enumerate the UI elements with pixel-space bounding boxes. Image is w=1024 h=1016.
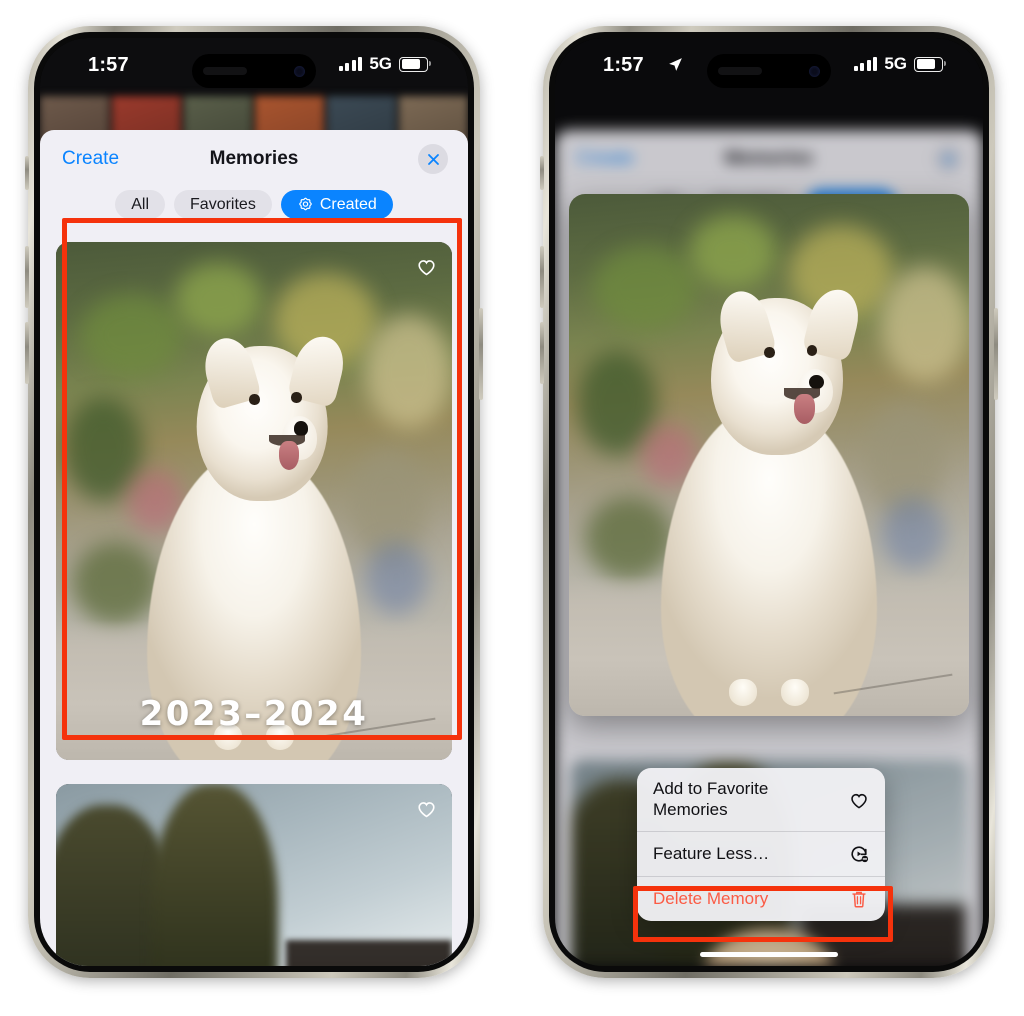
tree-center bbox=[151, 784, 278, 966]
screen-right: Create Memories All Favori bbox=[555, 38, 983, 966]
segment-all-label: All bbox=[131, 195, 150, 213]
close-button[interactable] bbox=[418, 144, 448, 174]
context-menu-item-feature-less[interactable]: Feature Less… bbox=[637, 832, 885, 878]
volume-down-button[interactable] bbox=[25, 322, 29, 384]
sparkle-icon bbox=[298, 197, 312, 211]
close-icon bbox=[427, 153, 439, 165]
front-camera-icon bbox=[809, 65, 820, 77]
phone-left: 1:57 5G Create Memories All Favorites Cr… bbox=[25, 26, 483, 978]
segment-created[interactable]: Created bbox=[280, 190, 393, 219]
volume-up-button[interactable] bbox=[25, 246, 29, 308]
dynamic-island-right bbox=[707, 54, 831, 88]
memory-card-retriever[interactable] bbox=[56, 784, 452, 966]
power-button[interactable] bbox=[994, 308, 998, 400]
volume-down-button[interactable] bbox=[540, 322, 544, 384]
volume-up-button[interactable] bbox=[540, 246, 544, 308]
screenshot-stage: 1:57 5G Create Memories All Favorites Cr… bbox=[0, 0, 1024, 1016]
heart-outline-icon[interactable] bbox=[415, 797, 438, 820]
context-menu-item-label: Add to Favorite Memories bbox=[653, 779, 769, 819]
context-menu-item-label: Feature Less… bbox=[653, 844, 770, 864]
context-menu-item-add-favorite[interactable]: Add to Favorite Memories bbox=[637, 768, 885, 833]
sheet-title: Memories bbox=[209, 148, 299, 169]
memory-photo-retriever bbox=[56, 784, 452, 966]
action-button[interactable] bbox=[540, 156, 544, 190]
dog-paw-left bbox=[729, 679, 757, 706]
annotation-box-delete-memory bbox=[633, 886, 893, 942]
annotation-box-memory-card bbox=[62, 218, 462, 740]
action-button[interactable] bbox=[25, 156, 29, 190]
segment-all[interactable]: All bbox=[115, 190, 166, 219]
dog-paw-right bbox=[781, 679, 809, 706]
sheet-header: Create Memories bbox=[40, 130, 468, 188]
dynamic-island-left bbox=[192, 54, 316, 88]
memories-filter-segments: All Favorites Created bbox=[40, 190, 468, 219]
segment-created-label: Created bbox=[319, 195, 377, 213]
front-camera-icon bbox=[294, 65, 305, 77]
feature-less-icon bbox=[851, 846, 869, 863]
focused-memory-card[interactable]: 2023–2024 bbox=[569, 194, 969, 716]
memory-photo-samoyed bbox=[569, 194, 969, 716]
phone-right: Create Memories All Favori bbox=[540, 26, 998, 978]
earpiece-speaker bbox=[203, 67, 247, 75]
heart-outline-icon bbox=[851, 793, 867, 809]
power-button[interactable] bbox=[479, 308, 483, 400]
segment-favorites-label: Favorites bbox=[190, 195, 256, 213]
fence-shadow bbox=[285, 940, 452, 966]
earpiece-speaker bbox=[718, 67, 762, 75]
segment-favorites[interactable]: Favorites bbox=[174, 190, 272, 219]
home-indicator bbox=[700, 952, 838, 957]
